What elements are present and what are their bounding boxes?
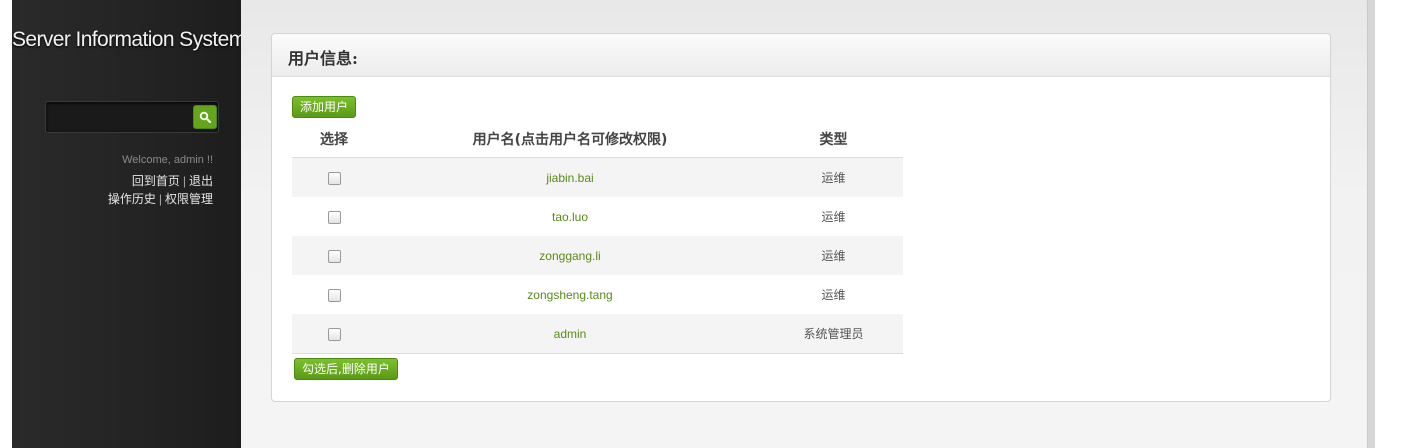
user-table: 选择 用户名(点击用户名可修改权限) 类型 jiabin.bai 运维 tao.…: [292, 120, 903, 354]
column-header-select: 选择: [292, 120, 376, 158]
search-box: [45, 101, 219, 133]
username-cell: tao.luo: [376, 197, 764, 236]
right-margin: [1375, 0, 1404, 448]
username-link[interactable]: tao.luo: [552, 210, 588, 224]
type-cell: 运维: [764, 197, 903, 236]
username-link[interactable]: zongsheng.tang: [527, 288, 612, 302]
user-type: 系统管理员: [803, 327, 864, 341]
delete-users-button[interactable]: 勾选后,删除用户: [294, 358, 398, 380]
select-cell: [292, 197, 376, 236]
panel-title: 用户信息:: [288, 49, 358, 68]
user-type: 运维: [821, 288, 846, 302]
username-link[interactable]: zonggang.li: [539, 249, 600, 263]
user-type: 运维: [821, 171, 846, 185]
user-info-panel: 用户信息: 添加用户 选择 用户名(点击用户名可修改权限) 类型 jiabin.…: [271, 33, 1331, 402]
app-title: Server Information System: [12, 28, 246, 51]
right-border: [1367, 0, 1375, 448]
permissions-link[interactable]: 权限管理: [165, 192, 213, 206]
table-row: zongsheng.tang 运维: [292, 275, 903, 314]
select-cell: [292, 275, 376, 314]
select-cell: [292, 314, 376, 354]
column-header-username: 用户名(点击用户名可修改权限): [376, 120, 764, 158]
row-checkbox[interactable]: [327, 249, 341, 263]
user-type: 运维: [821, 210, 846, 224]
history-link[interactable]: 操作历史: [108, 192, 156, 206]
left-gutter: [0, 0, 12, 448]
panel-header: 用户信息:: [272, 34, 1330, 77]
type-cell: 运维: [764, 157, 903, 197]
username-cell: admin: [376, 314, 764, 354]
nav-line-1: 回到首页 | 退出: [13, 172, 213, 189]
user-type: 运维: [821, 249, 846, 263]
search-button[interactable]: [193, 105, 217, 129]
table-header-row: 选择 用户名(点击用户名可修改权限) 类型: [292, 120, 903, 158]
nav-separator: |: [182, 174, 186, 188]
welcome-text: Welcome, admin !!: [122, 154, 213, 166]
table-row: jiabin.bai 运维: [292, 157, 903, 197]
row-checkbox[interactable]: [327, 171, 341, 185]
search-icon: [199, 111, 211, 123]
search-input[interactable]: [50, 106, 194, 128]
username-link[interactable]: jiabin.bai: [546, 171, 593, 185]
type-cell: 运维: [764, 275, 903, 314]
username-cell: zongsheng.tang: [376, 275, 764, 314]
home-link[interactable]: 回到首页: [132, 174, 180, 188]
row-checkbox[interactable]: [327, 210, 341, 224]
row-checkbox[interactable]: [327, 327, 341, 341]
username-cell: zonggang.li: [376, 236, 764, 275]
sidebar: Server Information System Welcome, admin…: [12, 0, 246, 448]
select-cell: [292, 236, 376, 275]
logout-link[interactable]: 退出: [189, 174, 213, 188]
type-cell: 运维: [764, 236, 903, 275]
select-cell: [292, 157, 376, 197]
row-checkbox[interactable]: [327, 288, 341, 302]
table-row: admin 系统管理员: [292, 314, 903, 354]
username-link[interactable]: admin: [554, 327, 587, 341]
nav-separator: |: [158, 192, 162, 206]
add-user-button[interactable]: 添加用户: [292, 96, 357, 118]
column-header-type: 类型: [764, 120, 903, 158]
table-row: zonggang.li 运维: [292, 236, 903, 275]
nav-line-2: 操作历史 | 权限管理: [13, 190, 213, 207]
username-cell: jiabin.bai: [376, 157, 764, 197]
type-cell: 系统管理员: [764, 314, 903, 354]
table-row: tao.luo 运维: [292, 197, 903, 236]
